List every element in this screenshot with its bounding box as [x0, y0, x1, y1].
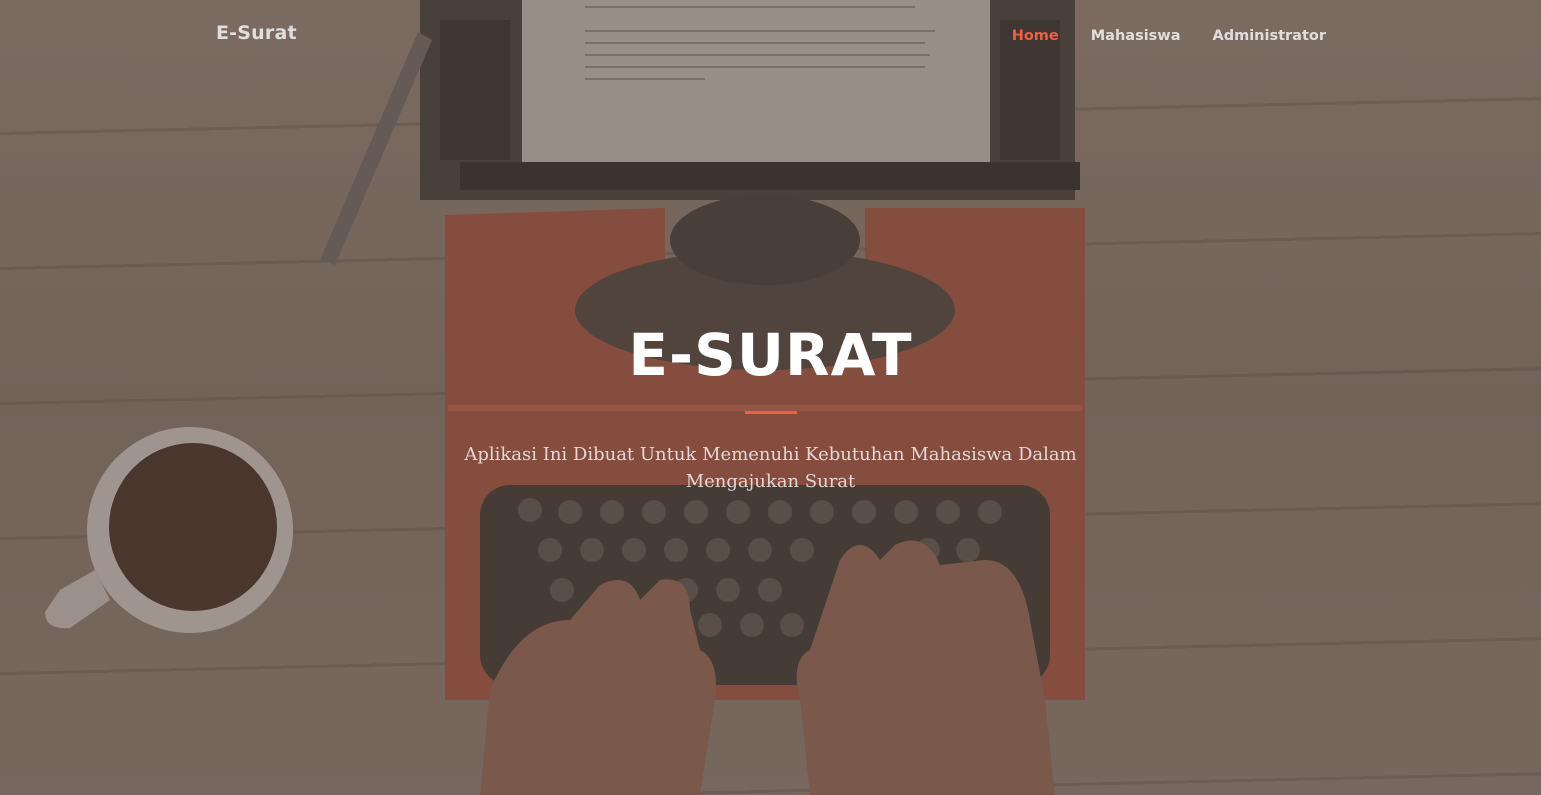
dark-overlay [0, 0, 1541, 795]
nav-link-home[interactable]: Home [1012, 28, 1059, 44]
hero-section: E-Surat Home Mahasiswa Administrator E-S… [0, 0, 1541, 795]
navbar: E-Surat Home Mahasiswa Administrator [0, 0, 1541, 70]
nav-item-mahasiswa: Mahasiswa [1091, 25, 1181, 44]
hero-subtitle: Aplikasi Ini Dibuat Untuk Memenuhi Kebut… [464, 444, 1077, 492]
brand-logo-link[interactable]: E-Surat [216, 22, 297, 44]
nav-link-administrator[interactable]: Administrator [1212, 28, 1326, 44]
nav-item-home: Home [1012, 25, 1059, 44]
nav-item-administrator: Administrator [1212, 25, 1326, 44]
title-divider [745, 411, 797, 414]
hero-title: E-SURAT [628, 321, 913, 389]
nav-menu: Home Mahasiswa Administrator [1012, 25, 1326, 44]
nav-link-mahasiswa[interactable]: Mahasiswa [1091, 28, 1181, 44]
